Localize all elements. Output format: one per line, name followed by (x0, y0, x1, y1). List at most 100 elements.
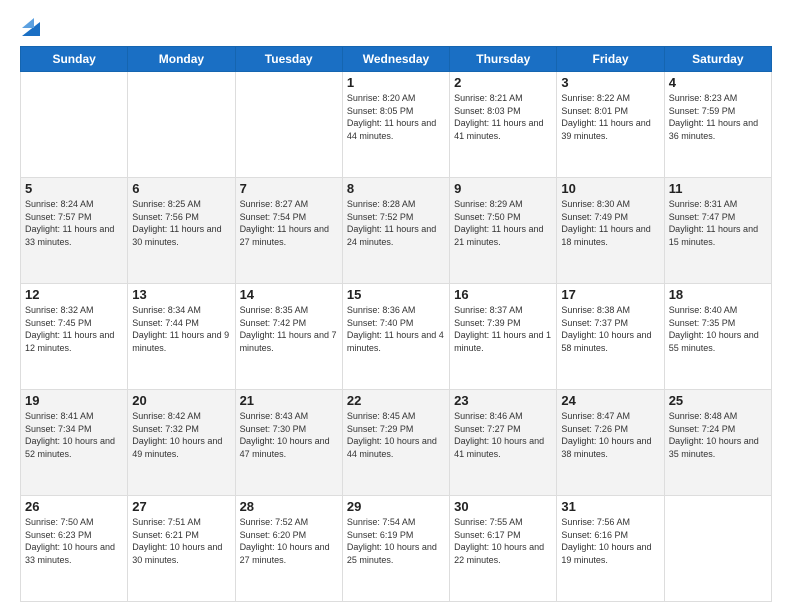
day-number: 3 (561, 75, 659, 90)
day-number: 17 (561, 287, 659, 302)
day-number: 5 (25, 181, 123, 196)
header (20, 18, 772, 36)
col-wednesday: Wednesday (342, 47, 449, 72)
table-row: 31 Sunrise: 7:56 AMSunset: 6:16 PMDayligh… (557, 496, 664, 602)
calendar-week-row: 1 Sunrise: 8:20 AMSunset: 8:05 PMDaylight… (21, 72, 772, 178)
day-info: Sunrise: 8:31 AMSunset: 7:47 PMDaylight:… (669, 199, 758, 247)
day-info: Sunrise: 8:29 AMSunset: 7:50 PMDaylight:… (454, 199, 543, 247)
table-row: 16 Sunrise: 8:37 AMSunset: 7:39 PMDayligh… (450, 284, 557, 390)
logo (20, 22, 40, 36)
table-row: 1 Sunrise: 8:20 AMSunset: 8:05 PMDaylight… (342, 72, 449, 178)
day-number: 7 (240, 181, 338, 196)
day-info: Sunrise: 8:37 AMSunset: 7:39 PMDaylight:… (454, 305, 551, 353)
day-number: 18 (669, 287, 767, 302)
day-info: Sunrise: 8:40 AMSunset: 7:35 PMDaylight:… (669, 305, 759, 353)
day-info: Sunrise: 8:41 AMSunset: 7:34 PMDaylight:… (25, 411, 115, 459)
table-row: 15 Sunrise: 8:36 AMSunset: 7:40 PMDayligh… (342, 284, 449, 390)
day-info: Sunrise: 8:23 AMSunset: 7:59 PMDaylight:… (669, 93, 758, 141)
day-number: 11 (669, 181, 767, 196)
day-info: Sunrise: 7:50 AMSunset: 6:23 PMDaylight:… (25, 517, 115, 565)
calendar-week-row: 19 Sunrise: 8:41 AMSunset: 7:34 PMDayligh… (21, 390, 772, 496)
table-row: 7 Sunrise: 8:27 AMSunset: 7:54 PMDaylight… (235, 178, 342, 284)
logo-icon (22, 14, 40, 36)
col-friday: Friday (557, 47, 664, 72)
table-row: 18 Sunrise: 8:40 AMSunset: 7:35 PMDayligh… (664, 284, 771, 390)
day-info: Sunrise: 8:38 AMSunset: 7:37 PMDaylight:… (561, 305, 651, 353)
day-info: Sunrise: 8:27 AMSunset: 7:54 PMDaylight:… (240, 199, 329, 247)
day-number: 1 (347, 75, 445, 90)
day-number: 10 (561, 181, 659, 196)
day-number: 30 (454, 499, 552, 514)
table-row: 14Sunrise: 8:35 AMSunset: 7:42 PMDayligh… (235, 284, 342, 390)
table-row: 2Sunrise: 8:21 AMSunset: 8:03 PMDaylight… (450, 72, 557, 178)
table-row: 23 Sunrise: 8:46 AMSunset: 7:27 PMDayligh… (450, 390, 557, 496)
day-number: 22 (347, 393, 445, 408)
day-number: 13 (132, 287, 230, 302)
table-row: 26 Sunrise: 7:50 AMSunset: 6:23 PMDayligh… (21, 496, 128, 602)
day-number: 2 (454, 75, 552, 90)
day-number: 19 (25, 393, 123, 408)
table-row: 11 Sunrise: 8:31 AMSunset: 7:47 PMDayligh… (664, 178, 771, 284)
day-info: Sunrise: 8:34 AMSunset: 7:44 PMDaylight:… (132, 305, 229, 353)
col-monday: Monday (128, 47, 235, 72)
day-info: Sunrise: 7:55 AMSunset: 6:17 PMDaylight:… (454, 517, 544, 565)
day-number: 25 (669, 393, 767, 408)
table-row: 4 Sunrise: 8:23 AMSunset: 7:59 PMDaylight… (664, 72, 771, 178)
day-info: Sunrise: 8:22 AMSunset: 8:01 PMDaylight:… (561, 93, 650, 141)
table-row: 22Sunrise: 8:45 AMSunset: 7:29 PMDayligh… (342, 390, 449, 496)
day-number: 9 (454, 181, 552, 196)
day-number: 26 (25, 499, 123, 514)
day-info: Sunrise: 8:42 AMSunset: 7:32 PMDaylight:… (132, 411, 222, 459)
day-number: 15 (347, 287, 445, 302)
day-number: 24 (561, 393, 659, 408)
day-info: Sunrise: 8:48 AMSunset: 7:24 PMDaylight:… (669, 411, 759, 459)
day-info: Sunrise: 8:25 AMSunset: 7:56 PMDaylight:… (132, 199, 221, 247)
calendar-week-row: 5 Sunrise: 8:24 AMSunset: 7:57 PMDaylight… (21, 178, 772, 284)
table-row: 8Sunrise: 8:28 AMSunset: 7:52 PMDaylight… (342, 178, 449, 284)
day-info: Sunrise: 8:20 AMSunset: 8:05 PMDaylight:… (347, 93, 436, 141)
table-row (128, 72, 235, 178)
table-row: 13 Sunrise: 8:34 AMSunset: 7:44 PMDayligh… (128, 284, 235, 390)
calendar-table: Sunday Monday Tuesday Wednesday Thursday… (20, 46, 772, 602)
table-row: 21 Sunrise: 8:43 AMSunset: 7:30 PMDayligh… (235, 390, 342, 496)
table-row: 6Sunrise: 8:25 AMSunset: 7:56 PMDaylight… (128, 178, 235, 284)
day-number: 27 (132, 499, 230, 514)
col-thursday: Thursday (450, 47, 557, 72)
table-row: 29Sunrise: 7:54 AMSunset: 6:19 PMDayligh… (342, 496, 449, 602)
table-row: 28Sunrise: 7:52 AMSunset: 6:20 PMDayligh… (235, 496, 342, 602)
calendar-week-row: 12Sunrise: 8:32 AMSunset: 7:45 PMDayligh… (21, 284, 772, 390)
page: Sunday Monday Tuesday Wednesday Thursday… (0, 0, 792, 612)
day-info: Sunrise: 7:56 AMSunset: 6:16 PMDaylight:… (561, 517, 651, 565)
table-row: 19 Sunrise: 8:41 AMSunset: 7:34 PMDayligh… (21, 390, 128, 496)
day-info: Sunrise: 8:32 AMSunset: 7:45 PMDaylight:… (25, 305, 114, 353)
day-info: Sunrise: 8:35 AMSunset: 7:42 PMDaylight:… (240, 305, 337, 353)
day-number: 31 (561, 499, 659, 514)
day-info: Sunrise: 8:36 AMSunset: 7:40 PMDaylight:… (347, 305, 444, 353)
day-number: 16 (454, 287, 552, 302)
table-row: 17 Sunrise: 8:38 AMSunset: 7:37 PMDayligh… (557, 284, 664, 390)
table-row: 5 Sunrise: 8:24 AMSunset: 7:57 PMDaylight… (21, 178, 128, 284)
day-number: 21 (240, 393, 338, 408)
day-info: Sunrise: 8:30 AMSunset: 7:49 PMDaylight:… (561, 199, 650, 247)
day-info: Sunrise: 8:24 AMSunset: 7:57 PMDaylight:… (25, 199, 114, 247)
calendar-week-row: 26 Sunrise: 7:50 AMSunset: 6:23 PMDayligh… (21, 496, 772, 602)
table-row: 3 Sunrise: 8:22 AMSunset: 8:01 PMDaylight… (557, 72, 664, 178)
day-number: 28 (240, 499, 338, 514)
table-row (664, 496, 771, 602)
calendar-header-row: Sunday Monday Tuesday Wednesday Thursday… (21, 47, 772, 72)
table-row (235, 72, 342, 178)
day-info: Sunrise: 8:43 AMSunset: 7:30 PMDaylight:… (240, 411, 330, 459)
table-row: 27 Sunrise: 7:51 AMSunset: 6:21 PMDayligh… (128, 496, 235, 602)
day-number: 8 (347, 181, 445, 196)
table-row: 25 Sunrise: 8:48 AMSunset: 7:24 PMDayligh… (664, 390, 771, 496)
col-sunday: Sunday (21, 47, 128, 72)
table-row: 24Sunrise: 8:47 AMSunset: 7:26 PMDayligh… (557, 390, 664, 496)
table-row: 10 Sunrise: 8:30 AMSunset: 7:49 PMDayligh… (557, 178, 664, 284)
col-saturday: Saturday (664, 47, 771, 72)
day-info: Sunrise: 7:51 AMSunset: 6:21 PMDaylight:… (132, 517, 222, 565)
day-info: Sunrise: 8:46 AMSunset: 7:27 PMDaylight:… (454, 411, 544, 459)
day-number: 4 (669, 75, 767, 90)
day-number: 23 (454, 393, 552, 408)
table-row: 30 Sunrise: 7:55 AMSunset: 6:17 PMDayligh… (450, 496, 557, 602)
col-tuesday: Tuesday (235, 47, 342, 72)
